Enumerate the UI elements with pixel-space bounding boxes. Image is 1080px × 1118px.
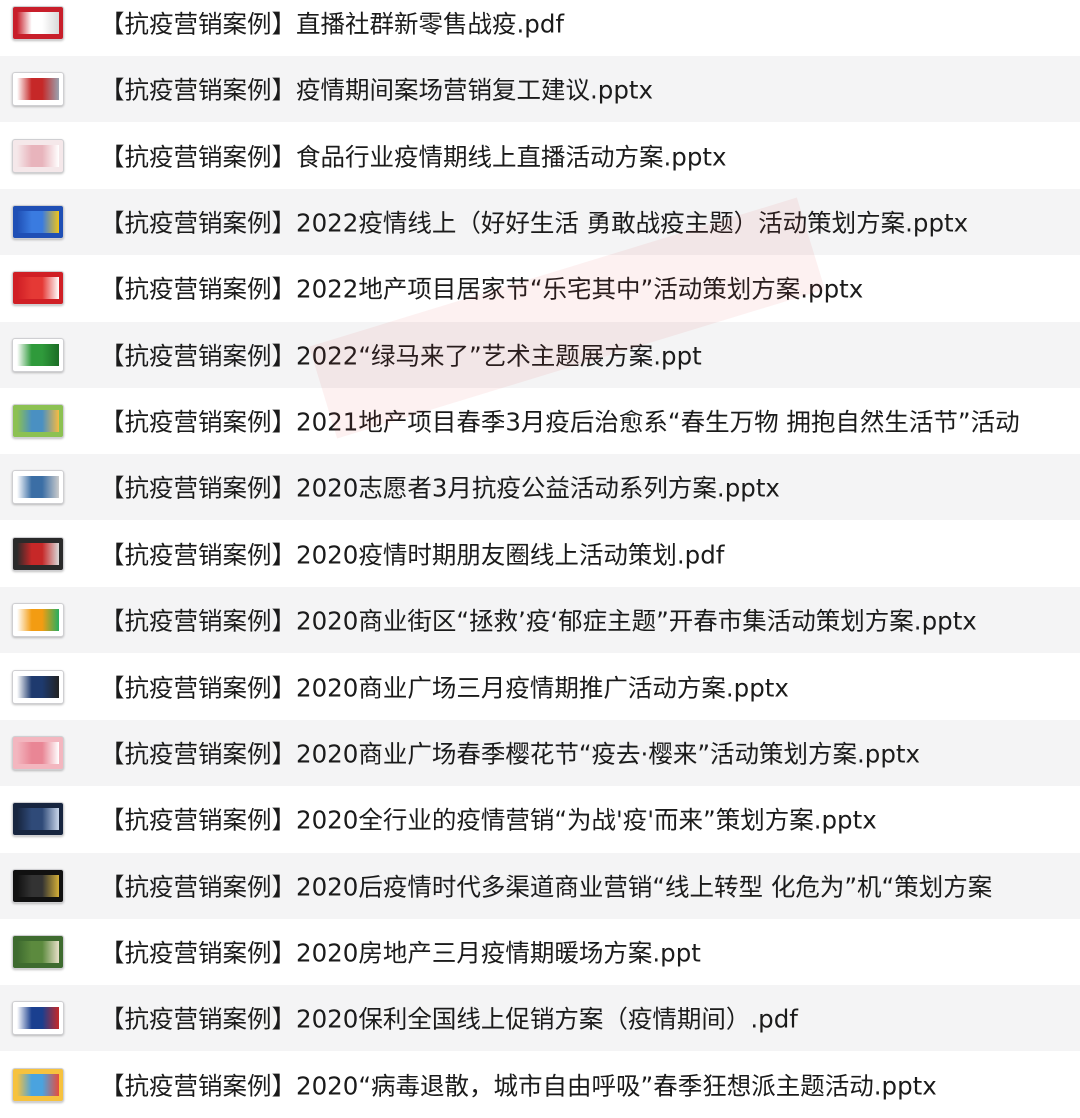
- file-name: 【抗疫营销案例】2020后疫情时代多渠道商业营销“线上转型 化危为”机“策划方案: [100, 872, 993, 902]
- colorful-market-slide-thumbnail: [12, 603, 64, 638]
- file-row[interactable]: 【抗疫营销案例】2020“病毒退散，城市自由呼吸”春季狂想派主题活动.pptx: [0, 1052, 1080, 1118]
- file-row[interactable]: 【抗疫营销案例】2020志愿者3月抗疫公益活动系列方案.pptx: [0, 454, 1080, 521]
- red-title-doc-thumbnail: [12, 6, 64, 40]
- file-row[interactable]: 【抗疫营销案例】2020商业广场三月疫情期推广活动方案.pptx: [0, 654, 1080, 720]
- file-name: 【抗疫营销案例】2020商业街区“拯救’疫‘郁症主题”开春市集活动策划方案.pp…: [100, 606, 977, 636]
- file-row[interactable]: 【抗疫营销案例】2020商业街区“拯救’疫‘郁症主题”开春市集活动策划方案.pp…: [0, 587, 1080, 654]
- file-row[interactable]: 【抗疫营销案例】2020后疫情时代多渠道商业营销“线上转型 化危为”机“策划方案: [0, 852, 1080, 919]
- file-name: 【抗疫营销案例】2021地产项目春季3月疫后治愈系“春生万物 拥抱自然生活节”活…: [100, 407, 1020, 437]
- spring-landscape-slide-thumbnail: [12, 404, 64, 439]
- file-name: 【抗疫营销案例】2022“绿马来了”艺术主题展方案.ppt: [100, 341, 702, 371]
- file-row[interactable]: 【抗疫营销案例】2020房地产三月疫情期暖场方案.ppt: [0, 919, 1080, 985]
- file-name: 【抗疫营销案例】直播社群新零售战疫.pdf: [100, 9, 565, 39]
- file-name: 【抗疫营销案例】2022地产项目居家节“乐宅其中”活动策划方案.pptx: [100, 274, 864, 304]
- file-name: 【抗疫营销案例】2020商业广场春季樱花节“疫去·樱来”活动策划方案.pptx: [100, 739, 921, 769]
- file-row[interactable]: 【抗疫营销案例】疫情期间案场营销复工建议.pptx: [0, 56, 1080, 123]
- file-row[interactable]: 【抗疫营销案例】食品行业疫情期线上直播活动方案.pptx: [0, 123, 1080, 189]
- dark-red-pdf-thumbnail: [12, 536, 64, 571]
- file-list: 【抗疫营销案例】直播社群新零售战疫.pdf 【抗疫营销案例】疫情期间案场营销复工建…: [0, 0, 1080, 1116]
- file-name: 【抗疫营销案例】2020全行业的疫情营销“为战'疫'而来”策划方案.pptx: [100, 805, 877, 835]
- red-slide-thumbnail: [12, 271, 64, 306]
- file-name: 【抗疫营销案例】2020志愿者3月抗疫公益活动系列方案.pptx: [100, 473, 780, 503]
- file-name: 【抗疫营销案例】2022疫情线上（好好生活 勇敢战疫主题）活动策划方案.pptx: [100, 208, 969, 238]
- black-slide-thumbnail: [12, 868, 64, 903]
- file-row[interactable]: 【抗疫营销案例】2020保利全国线上促销方案（疫情期间）.pdf: [0, 985, 1080, 1052]
- cherry-blossom-slide-thumbnail: [12, 735, 64, 770]
- file-name: 【抗疫营销案例】2020房地产三月疫情期暖场方案.ppt: [100, 938, 701, 968]
- poly-pdf-thumbnail: [12, 1001, 64, 1036]
- file-row[interactable]: 【抗疫营销案例】2022“绿马来了”艺术主题展方案.ppt: [0, 321, 1080, 388]
- dark-blue-slide-thumbnail: [12, 802, 64, 837]
- green-horse-slide-thumbnail: [12, 337, 64, 372]
- file-row[interactable]: 【抗疫营销案例】直播社群新零售战疫.pdf: [0, 0, 1080, 56]
- blue-slide-thumbnail: [12, 205, 64, 240]
- pink-slide-thumbnail: [12, 138, 64, 173]
- sincere-slide-thumbnail: [12, 669, 64, 704]
- white-photo-slide-thumbnail: [12, 470, 64, 505]
- file-row[interactable]: 【抗疫营销案例】2022疫情线上（好好生活 勇敢战疫主题）活动策划方案.pptx: [0, 189, 1080, 256]
- file-row[interactable]: 【抗疫营销案例】2021地产项目春季3月疫后治愈系“春生万物 拥抱自然生活节”活…: [0, 388, 1080, 454]
- file-name: 【抗疫营销案例】2020保利全国线上促销方案（疫情期间）.pdf: [100, 1004, 798, 1034]
- file-row[interactable]: 【抗疫营销案例】2020全行业的疫情营销“为战'疫'而来”策划方案.pptx: [0, 786, 1080, 852]
- colorful-city-slide-thumbnail: [12, 1067, 64, 1102]
- file-name: 【抗疫营销案例】2020疫情时期朋友圈线上活动策划.pdf: [100, 540, 725, 570]
- file-row[interactable]: 【抗疫营销案例】2020商业广场春季樱花节“疫去·樱来”活动策划方案.pptx: [0, 719, 1080, 786]
- file-row[interactable]: 【抗疫营销案例】2020疫情时期朋友圈线上活动策划.pdf: [0, 521, 1080, 587]
- red-banner-slide-thumbnail: [12, 72, 64, 107]
- file-name: 【抗疫营销案例】疫情期间案场营销复工建议.pptx: [100, 75, 653, 105]
- green-slide-thumbnail: [12, 934, 64, 969]
- file-row[interactable]: 【抗疫营销案例】2022地产项目居家节“乐宅其中”活动策划方案.pptx: [0, 255, 1080, 321]
- file-name: 【抗疫营销案例】2020“病毒退散，城市自由呼吸”春季狂想派主题活动.pptx: [100, 1071, 937, 1101]
- file-name: 【抗疫营销案例】食品行业疫情期线上直播活动方案.pptx: [100, 142, 727, 172]
- file-name: 【抗疫营销案例】2020商业广场三月疫情期推广活动方案.pptx: [100, 673, 789, 702]
